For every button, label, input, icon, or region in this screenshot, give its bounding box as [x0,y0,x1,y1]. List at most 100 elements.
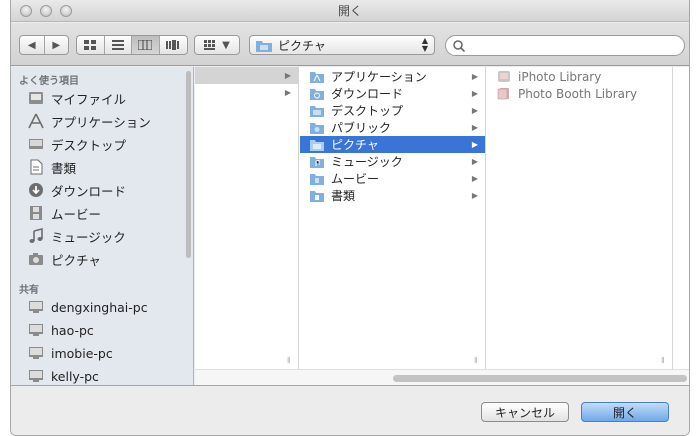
column-resize-handle[interactable]: ll [661,356,665,365]
sidebar-item-label: ダウンロード [51,183,127,199]
minimize-window-button[interactable] [40,5,52,17]
back-forward-control: ◀ ▶ [19,35,69,55]
zoom-window-button[interactable] [60,5,72,17]
column-browser: ▶ ▶ ll アプリケーション ▶ ダウンロード ▶ デスクトップ ▶ パブリック ▶ [195,67,689,385]
column-resize-handle[interactable]: ll [287,356,291,365]
chevron-right-icon: ▶ [52,39,61,51]
chevron-right-icon: ▶ [471,157,478,166]
sidebar-item-label: アプリケーション [51,114,151,130]
computer-icon [27,321,45,339]
search-input[interactable] [470,38,670,53]
chevron-right-icon: ▶ [471,140,478,149]
title-bar: 開く [11,0,689,22]
path-popup-label: ピクチャ [278,38,326,53]
chevron-right-icon: ▶ [284,71,291,80]
photo-booth-library-icon [497,87,511,100]
sidebar-item-shared-computer[interactable]: kelly-pc [11,365,183,385]
iphoto-library-icon [497,70,511,83]
documents-icon [27,158,45,176]
sidebar-item-shared-computer[interactable]: imobie-pc [11,342,183,364]
computer-icon [27,344,45,362]
shared-header: 共有 [19,285,39,296]
pictures-icon [27,250,45,268]
back-button[interactable]: ◀ [20,36,45,54]
chevron-right-icon: ▶ [471,191,478,200]
forward-button[interactable]: ▶ [45,36,69,54]
desktop-folder-icon [310,104,324,117]
window-title: 開く [337,4,362,18]
movies-folder-icon [310,172,324,185]
arrange-menu-button[interactable]: ▼ [194,35,240,55]
up-down-arrows-icon: ▲ ▼ [421,36,428,53]
sidebar-item-applications[interactable]: アプリケーション [11,110,183,132]
open-button[interactable]: 開く [581,402,669,422]
chevron-right-icon: ▶ [471,106,478,115]
list-item[interactable]: パブリック ▶ [300,119,485,136]
sidebar: よく使う項目 マイファイル アプリケーション デスクトップ 書類 ダウンロード … [11,67,194,385]
sidebar-item-movies[interactable]: ムービー [11,202,183,224]
sidebar-item-music[interactable]: ミュージック [11,225,183,247]
sidebar-item-desktop[interactable]: デスクトップ [11,133,183,155]
favorites-header: よく使う項目 [19,76,79,87]
close-window-button[interactable] [20,5,32,17]
sidebar-scrollbar[interactable] [186,71,191,258]
search-icon [453,39,465,52]
downloads-icon [27,181,45,199]
browser-column-1: ▶ ▶ ll [195,67,299,369]
chevron-left-icon: ◀ [27,39,36,51]
applications-folder-icon [310,70,324,83]
sidebar-item-shared-computer[interactable]: hao-pc [11,319,183,341]
sidebar-item-pictures[interactable]: ピクチャ [11,248,183,270]
list-item[interactable]: iPhoto Library [487,68,672,85]
sidebar-item-downloads[interactable]: ダウンロード [11,179,183,201]
sidebar-item-shared-computer[interactable]: dengxinghai-pc [11,296,183,318]
browser-column-3: iPhoto Library Photo Booth Library ll [487,67,673,369]
chevron-right-icon: ▶ [471,123,478,132]
sidebar-item-all-files[interactable]: マイファイル [11,87,183,109]
horizontal-scrollbar[interactable] [195,369,689,385]
icon-view-button[interactable] [77,36,105,54]
list-item[interactable]: ムービー ▶ [300,170,485,187]
sidebar-item-label: ピクチャ [51,252,101,268]
list-item[interactable]: デスクトップ ▶ [300,102,485,119]
list-item[interactable]: ▶ [195,84,298,101]
column-resize-handle[interactable]: ll [474,356,478,365]
view-mode-control [76,35,188,55]
column-view-button[interactable] [132,36,160,54]
path-popup[interactable]: ピクチャ ▲ ▼ [249,35,435,55]
search-field[interactable] [445,35,685,56]
music-icon [27,227,45,245]
sidebar-item-label: ムービー [51,206,102,222]
list-item[interactable]: ▶ [195,67,298,84]
list-item[interactable]: Photo Booth Library [487,85,672,102]
list-item[interactable]: ピクチャ ▶ [300,136,485,153]
downloads-folder-icon [310,87,324,100]
sidebar-item-label: 書類 [51,160,77,176]
documents-folder-icon [310,189,324,202]
list-item[interactable]: ダウンロード ▶ [300,85,485,102]
sidebar-item-label: デスクトップ [51,137,127,153]
chevron-right-icon: ▶ [471,174,478,183]
sidebar-item-label: imobie-pc [51,345,113,361]
pictures-folder-icon [310,138,324,151]
applications-icon [27,112,45,130]
cover-flow-icon [166,40,180,50]
cover-flow-button[interactable] [160,36,187,54]
sidebar-item-label: kelly-pc [51,368,99,384]
list-view-button[interactable] [105,36,132,54]
chevron-right-icon: ▶ [471,72,478,81]
scrollbar-thumb[interactable] [393,375,687,382]
chevron-right-icon: ▶ [471,89,478,98]
list-view-icon [111,40,124,50]
sidebar-item-label: hao-pc [51,322,94,338]
cancel-button[interactable]: キャンセル [481,402,569,422]
sidebar-item-label: dengxinghai-pc [51,299,148,315]
movies-icon [27,204,45,222]
column-view-icon [138,40,153,50]
sidebar-item-documents[interactable]: 書類 [11,156,183,178]
list-item[interactable]: 書類 ▶ [300,187,485,204]
list-item[interactable]: アプリケーション ▶ [300,68,485,85]
sidebar-item-label: ミュージック [51,229,126,245]
dialog-button-bar: キャンセル 開く [11,385,689,435]
list-item[interactable]: ミュージック ▶ [300,153,485,170]
